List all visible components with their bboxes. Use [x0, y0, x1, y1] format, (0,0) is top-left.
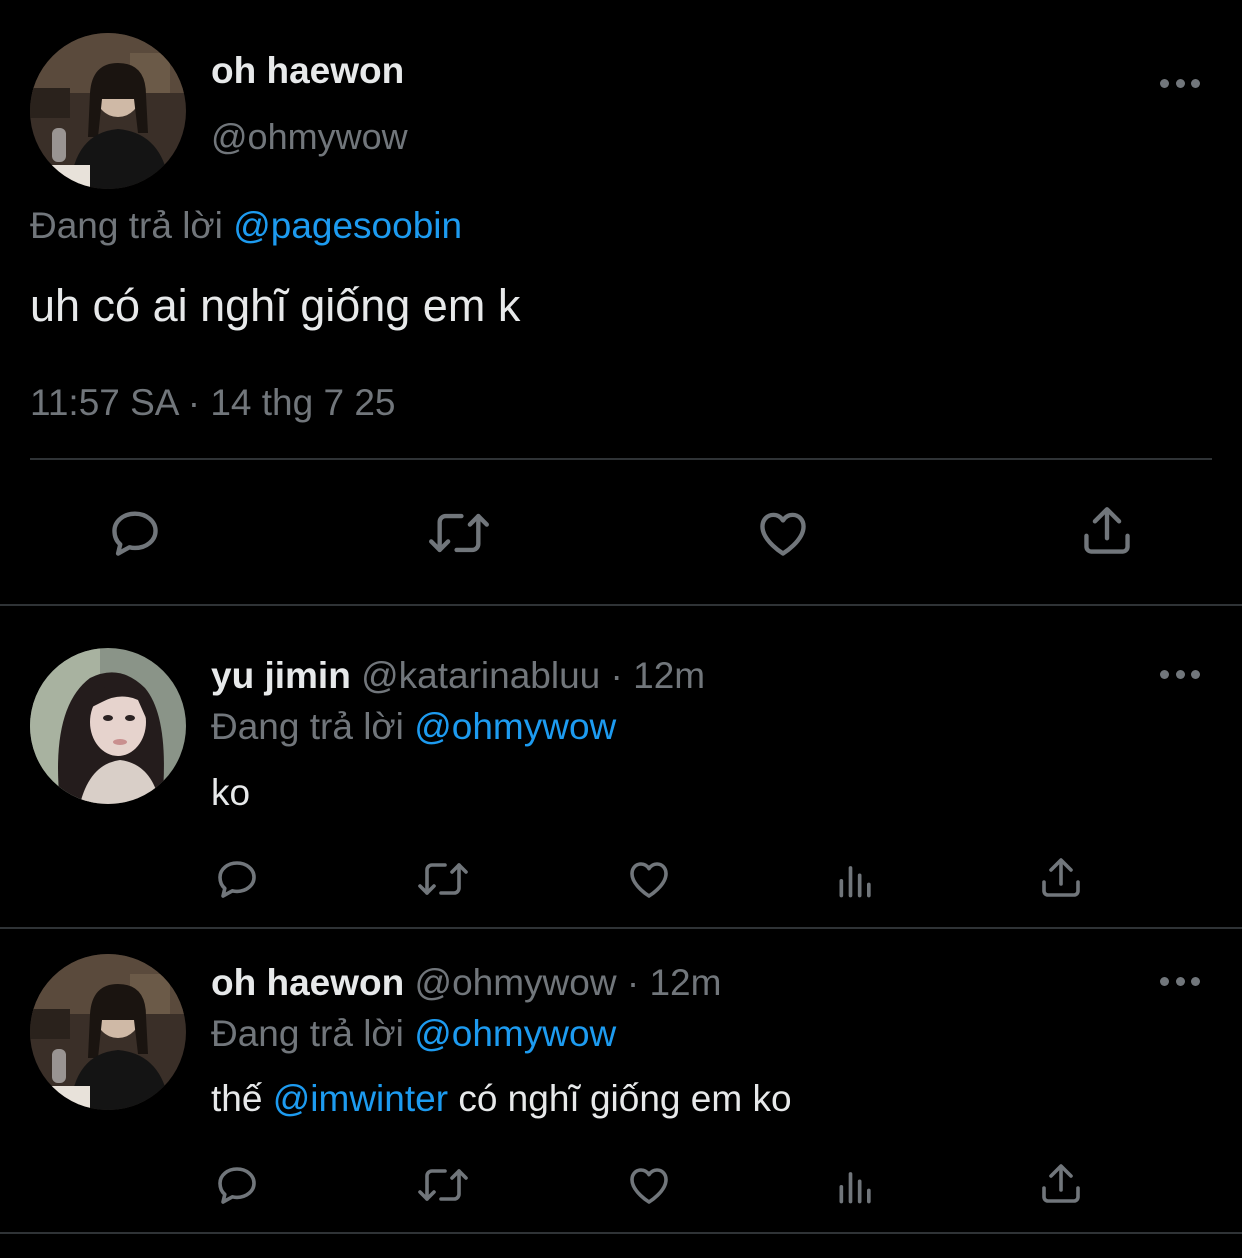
share-icon [1084, 507, 1130, 554]
more-icon[interactable] [1160, 666, 1200, 682]
like-button[interactable] [624, 855, 674, 903]
reply-header: yu jimin @katarinabluu · 12m [211, 655, 705, 697]
heart-icon [630, 862, 668, 898]
avatar[interactable] [30, 954, 186, 1110]
tweet-text: uh có ai nghĩ giống em k [30, 280, 521, 331]
more-icon[interactable] [1160, 75, 1200, 91]
reply-context: Đang trả lời @ohmywow [211, 1013, 616, 1055]
reply-button[interactable] [104, 502, 166, 564]
share-icon [1042, 1164, 1080, 1203]
retweet-button[interactable] [414, 1161, 472, 1209]
reply-icon [112, 511, 158, 556]
views-icon [839, 866, 871, 898]
like-button[interactable] [752, 502, 814, 564]
share-icon [1042, 858, 1080, 897]
share-button[interactable] [1036, 854, 1086, 902]
share-button[interactable] [1036, 1160, 1086, 1208]
reply-button[interactable] [212, 855, 262, 903]
author-handle[interactable]: @ohmywow [211, 116, 408, 158]
avatar[interactable] [30, 648, 186, 804]
retweet-button[interactable] [424, 502, 494, 564]
timestamp-divider [30, 458, 1212, 460]
section-divider [0, 1232, 1242, 1234]
share-button[interactable] [1076, 500, 1138, 562]
reply-context: Đang trả lời @ohmywow [211, 706, 616, 748]
views-button[interactable] [832, 856, 880, 902]
tweet-timestamp[interactable]: 11:57 SA · 14 thg 7 25 [30, 382, 395, 424]
mention-link[interactable]: @imwinter [273, 1078, 448, 1119]
tweet-text: ko [211, 772, 251, 813]
retweet-button[interactable] [414, 855, 472, 903]
reply-context: Đang trả lời @pagesoobin [30, 205, 462, 247]
avatar[interactable] [30, 33, 186, 189]
retweet-icon [429, 513, 489, 553]
tweet-text: thế @imwinter có nghĩ giống em ko [211, 1078, 792, 1120]
reply-button[interactable] [212, 1161, 262, 1209]
more-icon[interactable] [1160, 973, 1200, 989]
tweet-text-end: có nghĩ giống em ko [458, 1078, 792, 1119]
author-handle[interactable]: @ohmywow [415, 962, 617, 1003]
tweet-text-start: thế [211, 1078, 263, 1119]
author-display-name[interactable]: yu jimin [211, 655, 351, 696]
author-handle[interactable]: @katarinabluu [361, 655, 600, 696]
reply-header: oh haewon @ohmywow · 12m [211, 962, 721, 1004]
views-button[interactable] [832, 1162, 880, 1208]
like-button[interactable] [624, 1161, 674, 1209]
views-icon [839, 1172, 871, 1204]
retweet-icon [418, 1169, 468, 1201]
author-display-name[interactable]: oh haewon [211, 962, 404, 1003]
reply-to-mention[interactable]: @ohmywow [414, 706, 616, 747]
reply-to-mention[interactable]: @ohmywow [414, 1013, 616, 1054]
author-display-name[interactable]: oh haewon [211, 50, 404, 92]
reply-to-mention[interactable]: @pagesoobin [233, 205, 462, 246]
reply-icon [218, 1167, 256, 1204]
separator: · [610, 655, 623, 696]
heart-icon [630, 1168, 668, 1204]
heart-icon [760, 512, 806, 556]
reply-time[interactable]: 12m [633, 655, 705, 696]
retweet-icon [418, 863, 468, 895]
reply-prefix: Đang trả lời [30, 205, 223, 246]
section-divider [0, 604, 1242, 606]
section-divider [0, 927, 1242, 929]
reply-icon [218, 861, 256, 898]
reply-time[interactable]: 12m [649, 962, 721, 1003]
reply-prefix: Đang trả lời [211, 1013, 404, 1054]
separator: · [626, 962, 640, 1003]
reply-prefix: Đang trả lời [211, 706, 404, 747]
